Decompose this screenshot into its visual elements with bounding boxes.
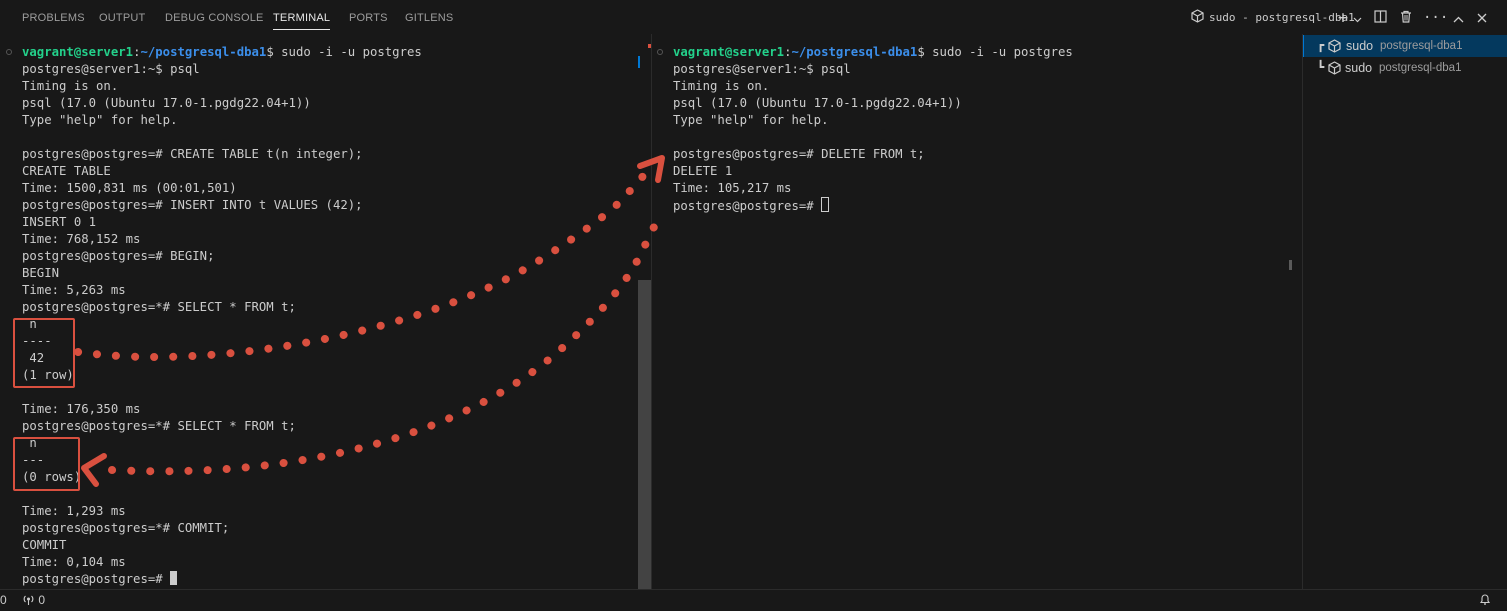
terminal-line: postgres@postgres=# DELETE FROM t; xyxy=(673,147,925,161)
tab-terminal[interactable]: TERMINAL xyxy=(273,12,331,30)
terminal-line: postgres@postgres=# xyxy=(673,197,830,214)
terminal-line: Time: 768,152 ms xyxy=(22,232,141,246)
terminal-line: Timing is on. xyxy=(673,79,770,93)
cursor xyxy=(821,197,830,212)
terminal-toolbar: sudo - postgresql-dba1 + ··· xyxy=(1185,8,1507,28)
terminal-line: Time: 1500,831 ms (00:01,501) xyxy=(22,181,237,195)
terminal-line: Time: 105,217 ms xyxy=(673,181,792,195)
sash-handle[interactable] xyxy=(1289,260,1292,270)
status-left-number[interactable]: 0 xyxy=(0,593,7,607)
cursor xyxy=(170,571,178,585)
terminal-name: sudo xyxy=(1346,39,1374,53)
tab-gitlens[interactable]: GITLENS xyxy=(405,12,453,24)
terminal-icon xyxy=(1328,39,1341,58)
terminal-line: Type "help" for help. xyxy=(22,113,178,127)
prompt-line: vagrant@server1:~/postgresql-dba1$ sudo … xyxy=(22,45,422,59)
terminal-list-item[interactable]: ┏ sudo postgresql-dba1 xyxy=(1303,35,1507,57)
scroll-marker xyxy=(638,56,640,68)
broadcast-icon xyxy=(23,595,34,605)
terminal-line: COMMIT xyxy=(22,538,67,552)
terminal-description: postgresql-dba1 xyxy=(1380,40,1463,52)
bell-icon[interactable] xyxy=(1479,593,1491,609)
chevron-down-icon[interactable] xyxy=(1352,8,1362,28)
terminal-right[interactable]: vagrant@server1:~/postgresql-dba1$ sudo … xyxy=(652,34,1302,589)
terminal-line: postgres@server1:~$ psql xyxy=(673,62,851,76)
terminal-line: postgres@postgres=# BEGIN; xyxy=(22,249,215,263)
tree-connector-icon: ┗ xyxy=(1317,60,1325,74)
active-terminal-title[interactable]: sudo - postgresql-dba1 xyxy=(1209,8,1355,28)
split-icon[interactable] xyxy=(1372,8,1388,28)
terminal-line: postgres@postgres=*# SELECT * FROM t; xyxy=(22,300,296,314)
terminal-line: postgres@postgres=# CREATE TABLE t(n int… xyxy=(22,147,363,161)
terminal-name: sudo xyxy=(1345,61,1373,75)
scrollbar-left[interactable] xyxy=(638,280,651,589)
terminal-list: ┏ sudo postgresql-dba1 ┗ sudo postgresql… xyxy=(1302,34,1507,589)
more-icon[interactable]: ··· xyxy=(1423,8,1448,28)
terminal-icon xyxy=(1189,8,1205,28)
ports-count: 0 xyxy=(38,593,46,607)
terminal-line: postgres@postgres=# INSERT INTO t VALUES… xyxy=(22,198,363,212)
trash-icon[interactable] xyxy=(1398,8,1414,28)
command-decoration-icon[interactable] xyxy=(657,49,663,55)
terminal-left[interactable]: vagrant@server1:~/postgresql-dba1$ sudo … xyxy=(0,34,638,589)
terminal-line: Timing is on. xyxy=(22,79,119,93)
annotation-box-before-commit xyxy=(13,318,75,388)
tab-problems[interactable]: PROBLEMS xyxy=(22,12,85,24)
terminal-line: CREATE TABLE xyxy=(22,164,111,178)
terminal-line: Type "help" for help. xyxy=(673,113,829,127)
terminal-line: psql (17.0 (Ubuntu 17.0-1.pgdg22.04+1)) xyxy=(673,96,962,110)
command-decoration-icon[interactable] xyxy=(6,49,12,55)
tab-debug-console[interactable]: DEBUG CONSOLE xyxy=(165,12,264,24)
close-icon[interactable] xyxy=(1475,8,1489,28)
add-icon[interactable]: + xyxy=(1335,8,1351,28)
terminal-line: DELETE 1 xyxy=(673,164,733,178)
terminal-line: postgres@postgres=# xyxy=(22,571,178,588)
terminal-line: Time: 1,293 ms xyxy=(22,504,126,518)
scroll-marker-red xyxy=(648,44,651,48)
panel-tab-bar: PROBLEMS OUTPUT DEBUG CONSOLE TERMINAL P… xyxy=(0,0,1507,34)
status-bar: 0 0 xyxy=(0,589,1507,611)
terminal-line: psql (17.0 (Ubuntu 17.0-1.pgdg22.04+1)) xyxy=(22,96,311,110)
prompt-line: vagrant@server1:~/postgresql-dba1$ sudo … xyxy=(673,45,1073,59)
terminal-icon xyxy=(1328,61,1341,80)
terminal-line: Time: 0,104 ms xyxy=(22,555,126,569)
terminal-description: postgresql-dba1 xyxy=(1379,62,1462,74)
terminal-line: postgres@postgres=*# SELECT * FROM t; xyxy=(22,419,296,433)
annotation-box-after-delete xyxy=(13,437,80,491)
terminal-list-item[interactable]: ┗ sudo postgresql-dba1 xyxy=(1303,57,1507,79)
terminal-line: INSERT 0 1 xyxy=(22,215,97,229)
tree-connector-icon: ┏ xyxy=(1317,38,1325,52)
terminal-line: Time: 176,350 ms xyxy=(22,402,141,416)
tab-output[interactable]: OUTPUT xyxy=(99,12,145,24)
terminal-line: Time: 5,263 ms xyxy=(22,283,126,297)
terminal-line: BEGIN xyxy=(22,266,60,280)
tab-ports[interactable]: PORTS xyxy=(349,12,388,24)
chevron-up-icon[interactable] xyxy=(1451,8,1465,28)
ports-status[interactable]: 0 xyxy=(22,593,45,607)
terminal-line: postgres@server1:~$ psql xyxy=(22,62,200,76)
terminal-line: postgres@postgres=*# COMMIT; xyxy=(22,521,230,535)
